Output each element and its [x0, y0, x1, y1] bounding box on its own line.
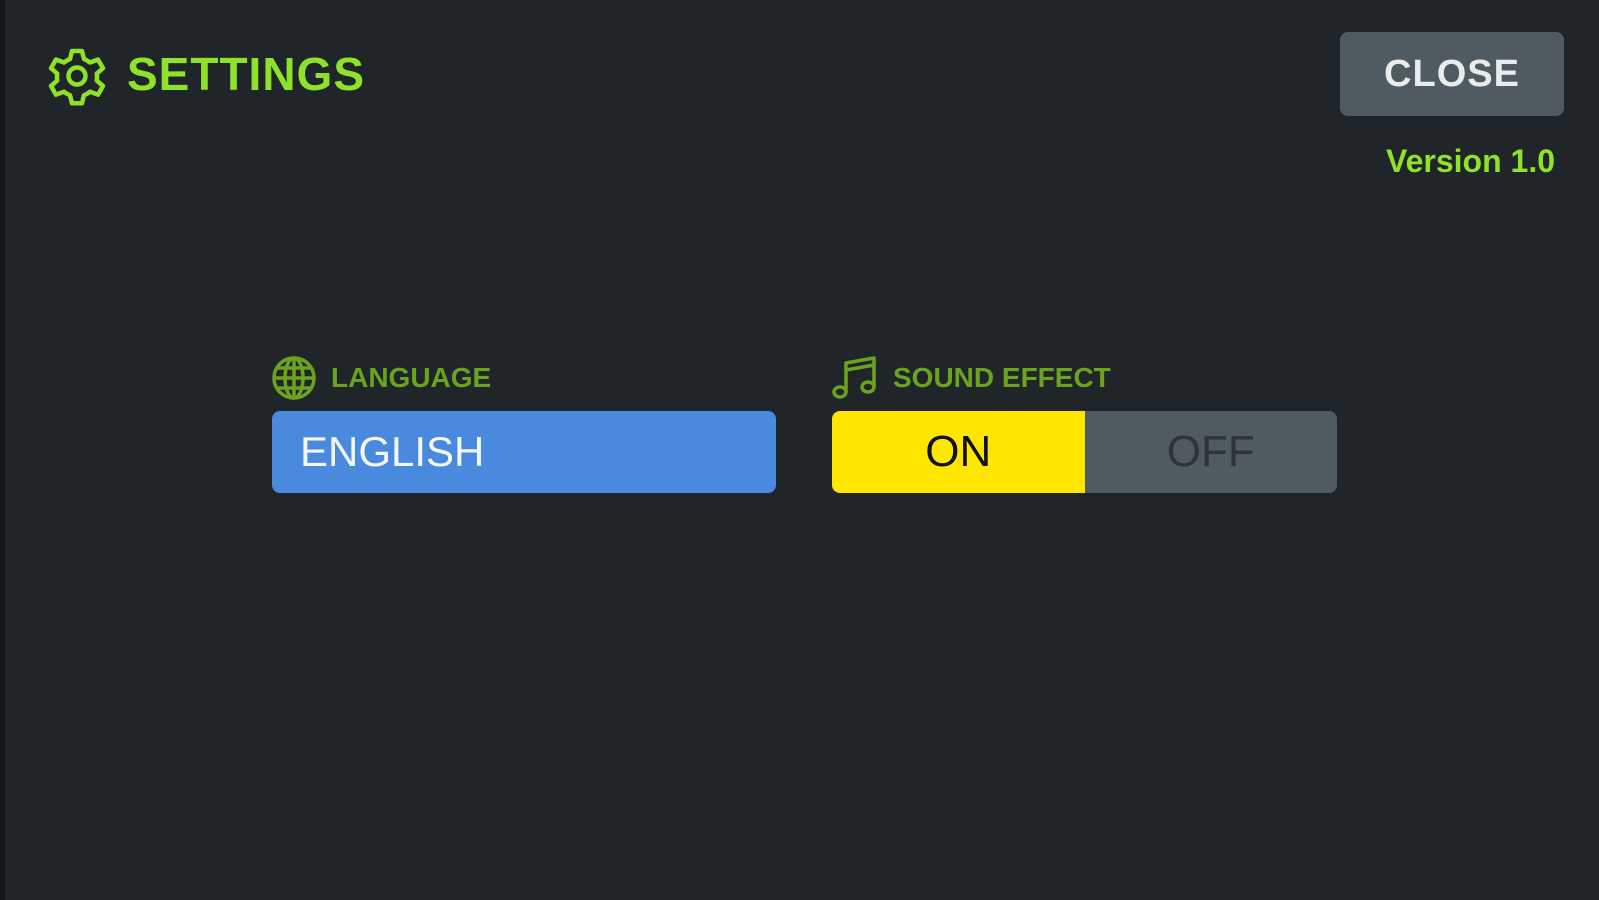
version-label: Version 1.0 — [1386, 143, 1555, 179]
settings-screen: SETTINGS CLOSE Version 1.0 LANGUAGE ENGL… — [0, 0, 1599, 900]
sound-on-option[interactable]: ON — [832, 411, 1085, 493]
settings-header: SETTINGS — [41, 38, 365, 110]
language-label-row: LANGUAGE — [271, 355, 491, 401]
sound-off-option[interactable]: OFF — [1084, 411, 1337, 493]
music-note-icon — [832, 356, 876, 399]
sound-effect-toggle: ON OFF — [832, 411, 1337, 493]
sound-effect-label: SOUND EFFECT — [893, 362, 1111, 393]
page-title: SETTINGS — [127, 48, 366, 100]
language-value: ENGLISH — [300, 428, 485, 475]
gear-icon — [48, 48, 106, 106]
close-button[interactable]: CLOSE — [1340, 32, 1564, 116]
globe-icon — [272, 356, 316, 400]
language-select[interactable]: ENGLISH — [272, 411, 776, 493]
sound-effect-label-row: SOUND EFFECT — [831, 355, 1111, 401]
language-label: LANGUAGE — [331, 362, 492, 393]
